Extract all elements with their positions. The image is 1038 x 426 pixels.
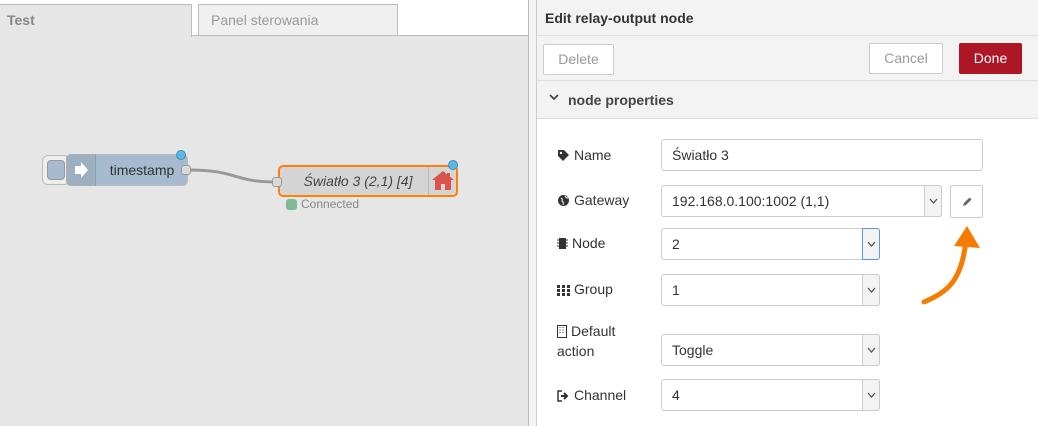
channel-label: Channel	[557, 387, 626, 403]
gateway-select[interactable]: 192.168.0.100:1002 (1,1)	[661, 185, 942, 217]
default-action-label-line2: action	[557, 343, 595, 359]
pencil-icon	[963, 197, 972, 206]
chevron-down-icon	[862, 228, 880, 260]
tag-icon	[558, 150, 569, 161]
chip-icon	[557, 238, 568, 249]
cancel-button[interactable]: Cancel	[869, 43, 943, 74]
channel-value: 4	[672, 387, 680, 403]
sign-out-icon	[557, 390, 569, 402]
chevron-down-icon	[549, 94, 559, 101]
panel-divider[interactable]	[528, 0, 537, 426]
relay-node-label: Światło 3 (2,1) [4]	[303, 173, 413, 189]
annotation-arrow-icon	[921, 226, 980, 305]
chevron-down-icon	[924, 185, 942, 217]
relay-status-text: Connected	[301, 197, 360, 211]
group-label-text: Group	[574, 281, 613, 297]
grid-icon	[557, 285, 570, 296]
delete-button[interactable]: Delete	[543, 44, 614, 75]
channel-label-text: Channel	[574, 387, 627, 403]
done-button[interactable]: Done	[959, 43, 1022, 74]
inject-button-inner[interactable]	[47, 160, 65, 180]
node-properties-section-header[interactable]: node properties	[537, 81, 1038, 119]
inject-node-label: timestamp	[109, 162, 175, 178]
name-label: Name	[557, 147, 611, 163]
name-input[interactable]: Światło 3	[661, 139, 983, 171]
house-icon	[428, 167, 456, 195]
group-select[interactable]: 1	[661, 274, 880, 306]
chevron-down-icon	[862, 334, 880, 366]
edit-tray: Edit relay-output node Delete Cancel Don…	[537, 0, 1038, 426]
inject-changed-indicator	[176, 150, 186, 160]
name-label-text: Name	[574, 147, 612, 163]
default-action-value: Toggle	[672, 342, 714, 358]
group-value: 1	[672, 282, 680, 298]
arrow-in-icon	[66, 154, 96, 186]
tray-title: Edit relay-output node	[545, 10, 694, 26]
chevron-down-icon	[862, 274, 880, 306]
gateway-value: 192.168.0.100:1002 (1,1)	[672, 193, 830, 209]
tray-toolbar: Delete Cancel Done	[537, 36, 1038, 81]
node-select[interactable]: 2	[661, 228, 880, 260]
channel-select[interactable]: 4	[661, 379, 880, 411]
default-action-label-line1: Default	[571, 323, 616, 339]
inject-output-port[interactable]	[181, 165, 191, 175]
section-title: node properties	[568, 92, 674, 108]
edit-gateway-button[interactable]	[950, 185, 983, 218]
default-action-select[interactable]: Toggle	[661, 334, 880, 366]
relay-changed-indicator	[448, 160, 458, 170]
relay-input-port[interactable]	[272, 177, 282, 187]
tray-header: Edit relay-output node	[537, 0, 1038, 36]
building-icon	[557, 325, 567, 338]
status-indicator-icon	[286, 199, 297, 210]
node-label: Node	[557, 235, 605, 251]
default-action-label: Default action	[557, 321, 615, 361]
globe-icon	[558, 195, 569, 206]
node-value: 2	[672, 236, 680, 252]
node-label-text: Node	[572, 235, 606, 251]
node-wire	[187, 168, 279, 184]
gateway-label-text: Gateway	[574, 192, 630, 208]
group-label: Group	[557, 281, 613, 297]
gateway-label: Gateway	[557, 192, 629, 208]
chevron-down-icon	[862, 379, 880, 411]
